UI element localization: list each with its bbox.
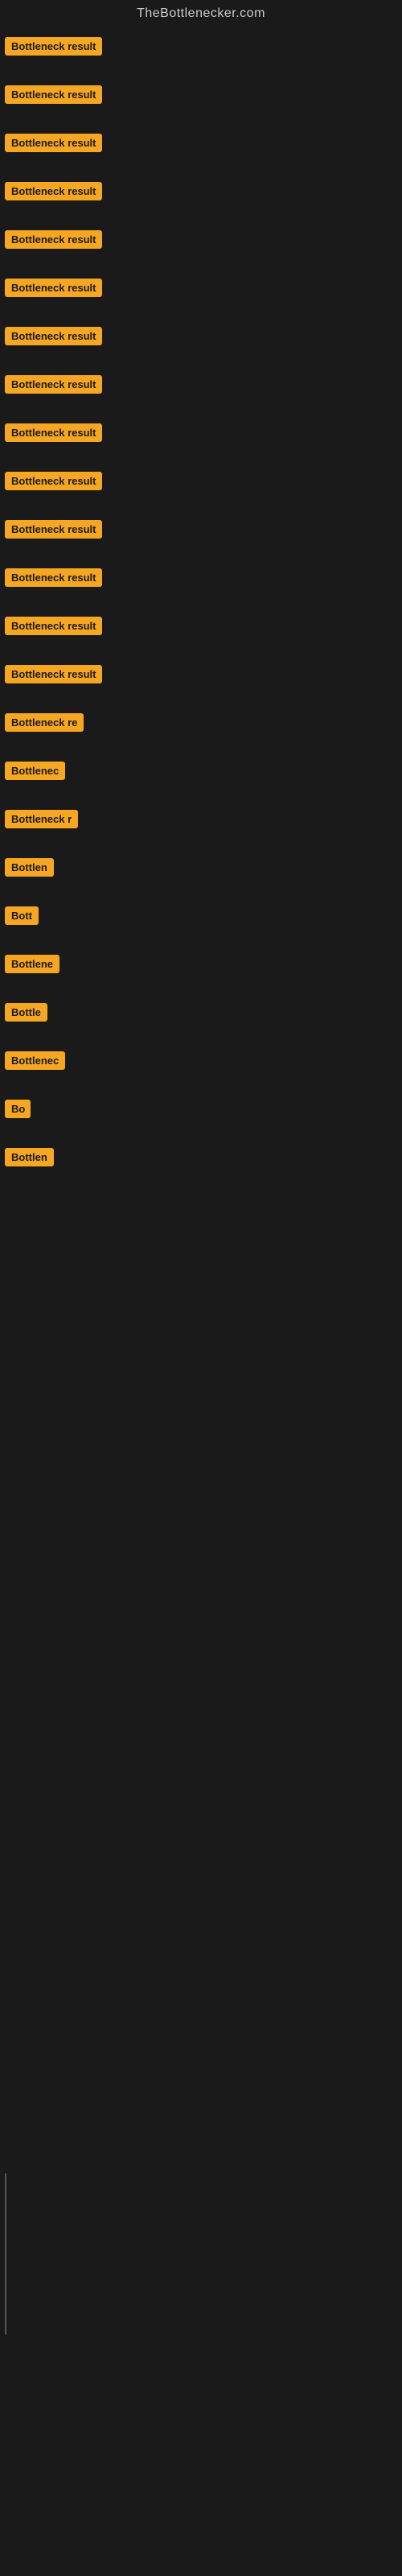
result-row: Bottleneck re	[0, 707, 402, 742]
result-row: Bottleneck result	[0, 369, 402, 404]
result-row: Bottleneck result	[0, 175, 402, 211]
bottleneck-badge[interactable]: Bottleneck result	[5, 85, 102, 104]
result-row: Bottleneck result	[0, 272, 402, 308]
bottleneck-badge[interactable]: Bottleneck result	[5, 375, 102, 394]
result-row: Bottlenec	[0, 755, 402, 791]
bottleneck-badge[interactable]: Bott	[5, 906, 39, 925]
bottleneck-badge[interactable]: Bottleneck result	[5, 423, 102, 442]
result-row: Bottleneck r	[0, 803, 402, 839]
result-row: Bottleneck result	[0, 417, 402, 452]
bottleneck-badge[interactable]: Bottleneck result	[5, 520, 102, 539]
bottleneck-badge[interactable]: Bottleneck result	[5, 134, 102, 152]
bottleneck-badge[interactable]: Bottleneck re	[5, 713, 84, 732]
result-row: Bottleneck result	[0, 224, 402, 259]
result-row: Bottlen	[0, 852, 402, 887]
site-title: TheBottlenecker.com	[0, 0, 402, 31]
result-row: Bo	[0, 1093, 402, 1129]
vertical-line	[5, 2174, 6, 2334]
result-row: Bottlenec	[0, 1045, 402, 1080]
bottleneck-badge[interactable]: Bo	[5, 1100, 31, 1118]
result-row: Bottle	[0, 997, 402, 1032]
bottleneck-badge[interactable]: Bottleneck result	[5, 472, 102, 490]
result-row: Bott	[0, 900, 402, 935]
result-row: Bottleneck result	[0, 127, 402, 163]
bottleneck-badge[interactable]: Bottleneck result	[5, 230, 102, 249]
bottleneck-badge[interactable]: Bottlen	[5, 858, 54, 877]
result-row: Bottleneck result	[0, 658, 402, 694]
result-row: Bottleneck result	[0, 465, 402, 501]
result-row: Bottleneck result	[0, 562, 402, 597]
bottleneck-badge[interactable]: Bottlenec	[5, 762, 65, 780]
result-row: Bottlen	[0, 1141, 402, 1177]
bottleneck-badge[interactable]: Bottleneck result	[5, 665, 102, 683]
bottleneck-badge[interactable]: Bottleneck result	[5, 327, 102, 345]
bottleneck-badge[interactable]: Bottleneck result	[5, 568, 102, 587]
bottleneck-badge[interactable]: Bottleneck result	[5, 279, 102, 297]
bottleneck-badge[interactable]: Bottleneck result	[5, 617, 102, 635]
bottleneck-badge[interactable]: Bottleneck result	[5, 182, 102, 200]
result-row: Bottleneck result	[0, 79, 402, 114]
bottleneck-badge[interactable]: Bottle	[5, 1003, 47, 1022]
result-row: Bottleneck result	[0, 514, 402, 549]
result-row: Bottleneck result	[0, 31, 402, 66]
bottleneck-badge[interactable]: Bottleneck result	[5, 37, 102, 56]
bottleneck-badge[interactable]: Bottlen	[5, 1148, 54, 1166]
results-container: Bottleneck result Bottleneck result Bottle…	[0, 31, 402, 1177]
bottleneck-badge[interactable]: Bottleneck r	[5, 810, 78, 828]
result-row: Bottleneck result	[0, 320, 402, 356]
bottleneck-badge[interactable]: Bottlene	[5, 955, 59, 973]
result-row: Bottlene	[0, 948, 402, 984]
result-row: Bottleneck result	[0, 610, 402, 646]
bottleneck-badge[interactable]: Bottlenec	[5, 1051, 65, 1070]
